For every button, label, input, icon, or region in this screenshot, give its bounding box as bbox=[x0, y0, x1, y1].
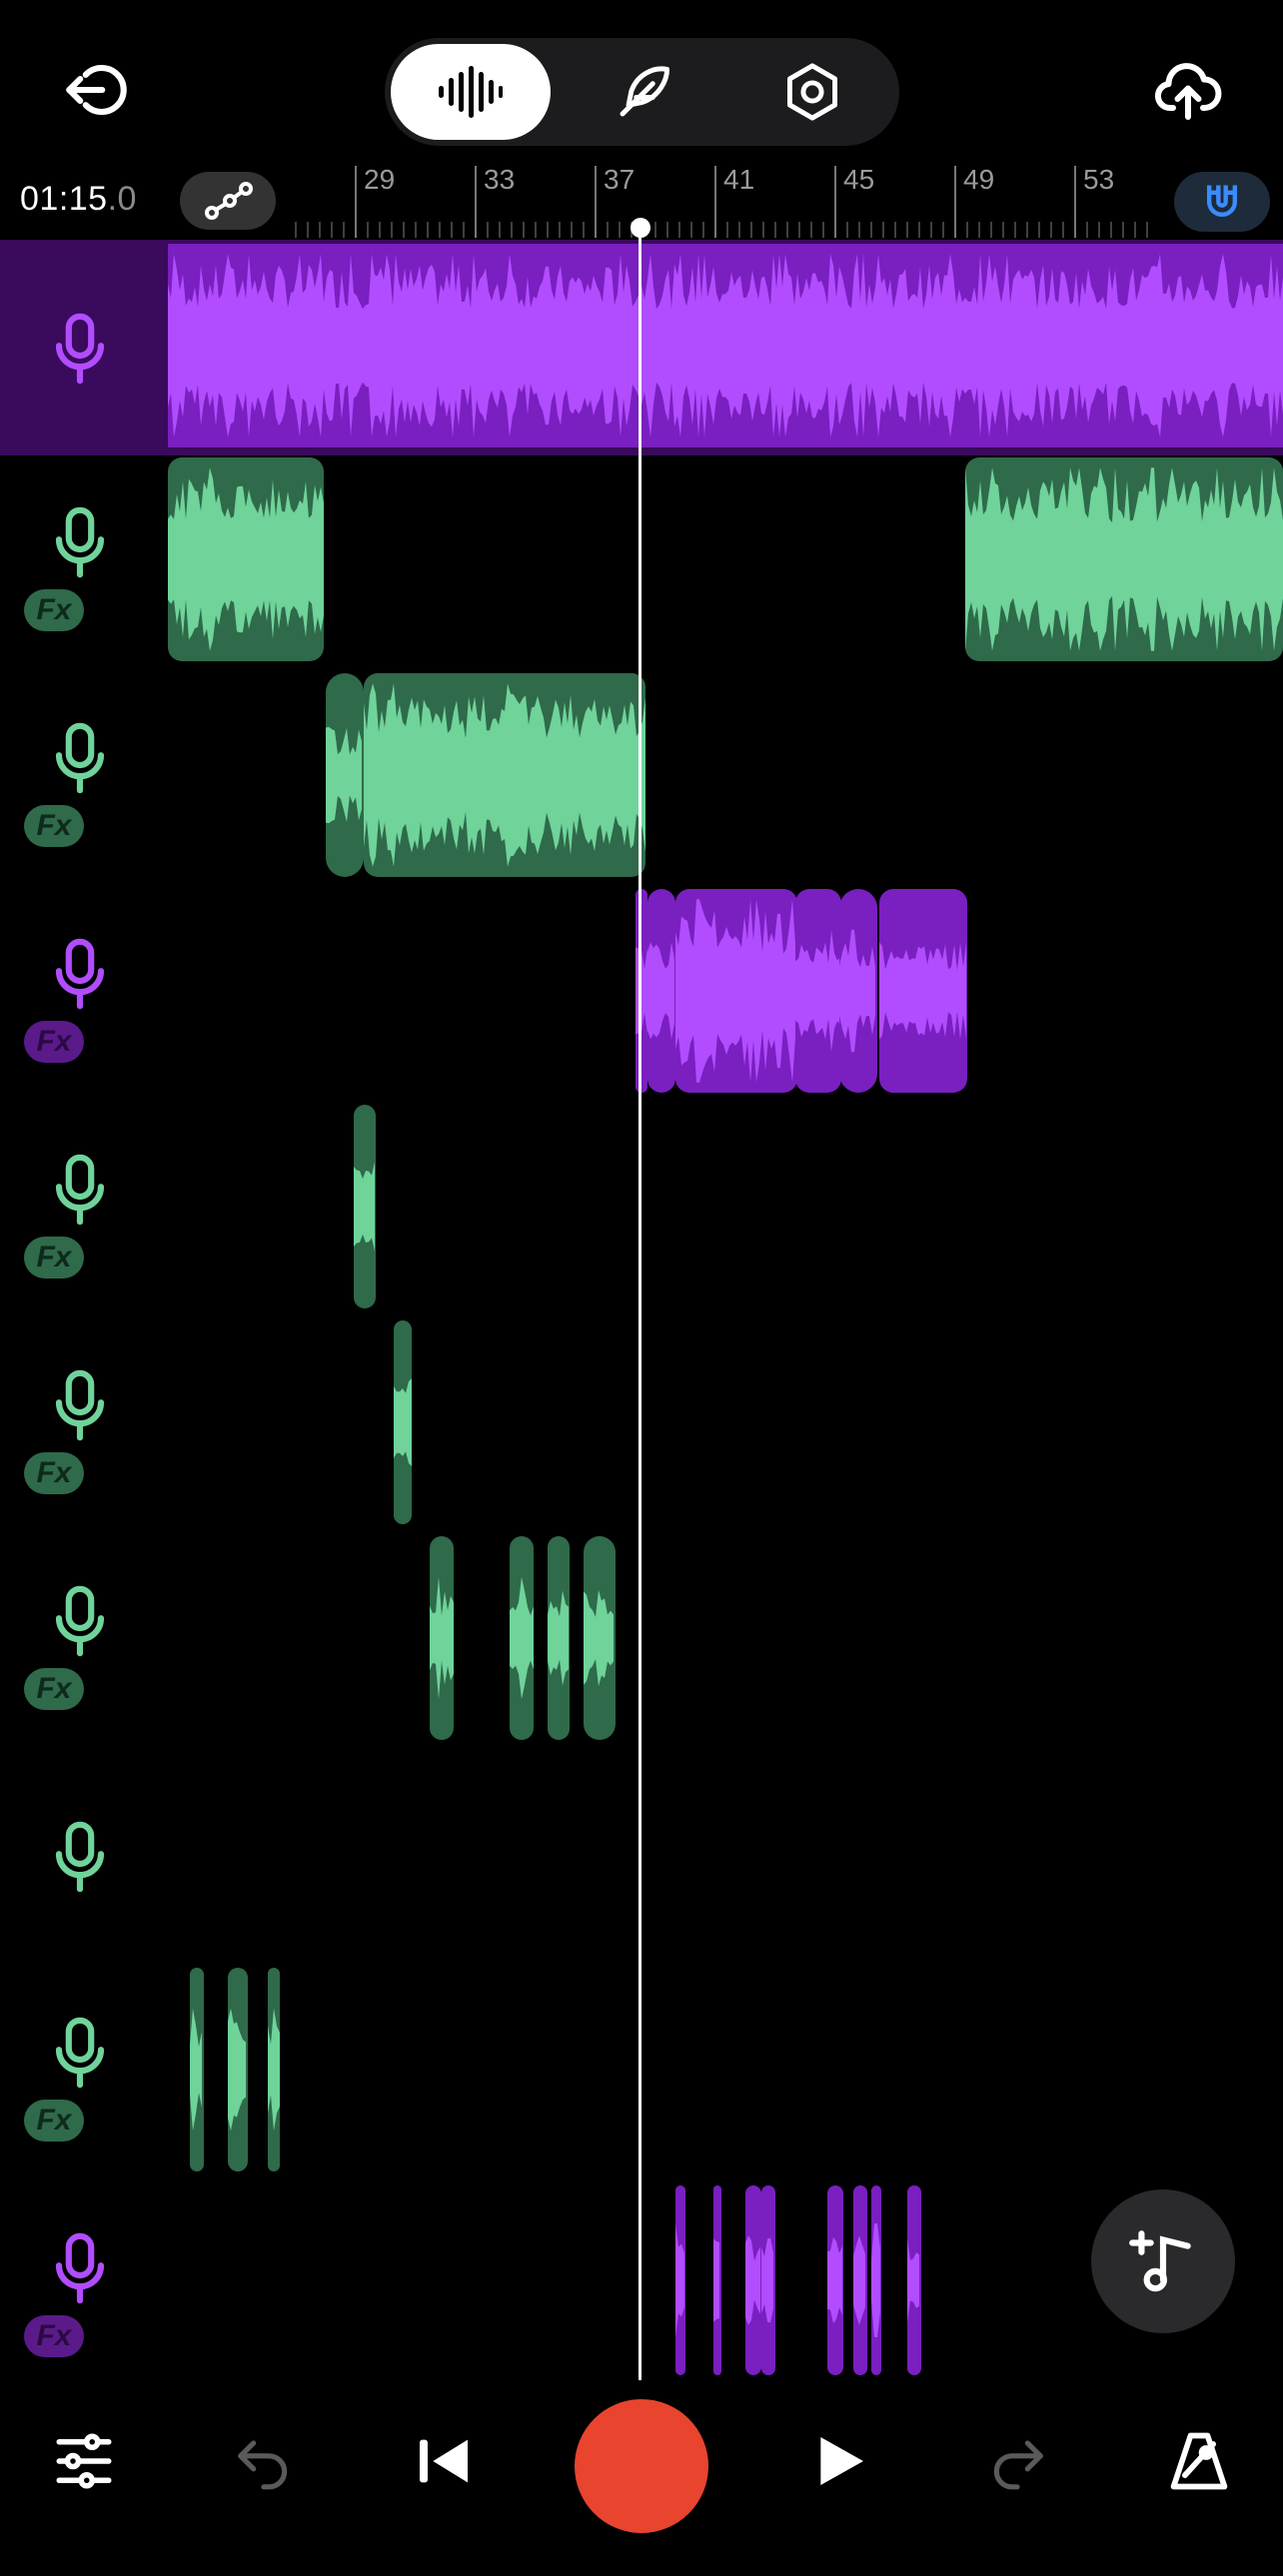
track-header[interactable] bbox=[0, 1750, 168, 1966]
audio-clip[interactable] bbox=[228, 1968, 248, 2171]
fx-button[interactable]: Fx bbox=[24, 589, 84, 631]
audio-clip[interactable] bbox=[827, 2185, 843, 2375]
redo-icon bbox=[993, 2440, 1043, 2490]
audio-clip[interactable] bbox=[871, 2185, 881, 2375]
audio-clip[interactable] bbox=[168, 244, 1283, 447]
microphone-icon[interactable] bbox=[52, 937, 108, 1016]
skip-back-button[interactable] bbox=[404, 2421, 484, 2501]
audio-clip[interactable] bbox=[326, 673, 364, 877]
automation-curve-icon bbox=[205, 182, 253, 220]
track-header[interactable]: Fx bbox=[0, 887, 168, 1103]
track-header[interactable]: Fx bbox=[0, 671, 168, 887]
edit-mode-tab[interactable] bbox=[595, 52, 694, 132]
timeline-ruler[interactable]: 29 33 37 41 45 49 53 bbox=[290, 160, 1169, 240]
metronome-button[interactable] bbox=[1157, 2421, 1241, 2501]
audio-clip[interactable] bbox=[510, 1536, 534, 1740]
fx-button[interactable]: Fx bbox=[24, 1021, 84, 1063]
ruler-label: 41 bbox=[723, 164, 755, 195]
play-button[interactable] bbox=[799, 2421, 879, 2501]
audio-clip[interactable] bbox=[675, 2185, 685, 2375]
audio-clip[interactable] bbox=[907, 2185, 921, 2375]
play-icon bbox=[820, 2437, 863, 2485]
track-header[interactable]: Fx bbox=[0, 455, 168, 671]
audio-clip[interactable] bbox=[675, 889, 797, 1093]
audio-clip[interactable] bbox=[354, 1105, 376, 1308]
fx-button[interactable]: Fx bbox=[24, 1668, 84, 1710]
audio-clip[interactable] bbox=[430, 1536, 454, 1740]
time-display: 01:15.0 bbox=[20, 180, 137, 218]
fx-button[interactable]: Fx bbox=[24, 1237, 84, 1279]
audio-clip[interactable] bbox=[795, 889, 841, 1093]
ruler-label: 53 bbox=[1083, 164, 1115, 195]
audio-clip[interactable] bbox=[584, 1536, 616, 1740]
audio-clip[interactable] bbox=[879, 889, 967, 1093]
audio-clip[interactable] bbox=[168, 457, 324, 661]
playhead-handle[interactable] bbox=[631, 218, 650, 238]
audio-clip[interactable] bbox=[853, 2185, 867, 2375]
exit-icon bbox=[66, 65, 127, 115]
ruler-label: 37 bbox=[604, 164, 636, 195]
back-button[interactable] bbox=[54, 50, 134, 130]
microphone-icon[interactable] bbox=[52, 505, 108, 584]
record-button[interactable] bbox=[575, 2399, 708, 2533]
fx-button[interactable]: Fx bbox=[24, 2100, 84, 2142]
audio-clip[interactable] bbox=[548, 1536, 570, 1740]
redo-button[interactable] bbox=[977, 2421, 1057, 2501]
fx-button[interactable]: Fx bbox=[24, 1452, 84, 1494]
track-header[interactable]: Fx bbox=[0, 1103, 168, 1318]
skip-back-icon bbox=[420, 2439, 468, 2483]
snap-toggle[interactable] bbox=[1174, 172, 1270, 232]
microphone-icon[interactable] bbox=[52, 1584, 108, 1663]
ruler-label: 29 bbox=[364, 164, 396, 195]
automation-button[interactable] bbox=[180, 172, 276, 230]
ruler-label: 33 bbox=[484, 164, 516, 195]
upload-button[interactable] bbox=[1143, 50, 1233, 130]
cloud-upload-icon bbox=[1154, 63, 1222, 120]
undo-icon bbox=[238, 2440, 288, 2490]
feather-icon bbox=[620, 66, 670, 117]
audio-clip[interactable] bbox=[745, 2185, 761, 2375]
audio-clip[interactable] bbox=[636, 889, 647, 1093]
audio-clip[interactable] bbox=[965, 457, 1283, 661]
hexagon-gear-icon bbox=[786, 63, 838, 121]
microphone-icon[interactable] bbox=[52, 2016, 108, 2095]
fx-button[interactable]: Fx bbox=[24, 805, 84, 847]
audio-clip[interactable] bbox=[647, 889, 675, 1093]
audio-clip[interactable] bbox=[190, 1968, 204, 2171]
metronome-icon bbox=[1170, 2432, 1228, 2490]
audio-clip[interactable] bbox=[364, 673, 645, 877]
microphone-icon[interactable] bbox=[52, 2231, 108, 2310]
add-track-button[interactable] bbox=[1091, 2189, 1235, 2333]
track-header[interactable]: Fx bbox=[0, 1966, 168, 2181]
mode-switcher bbox=[385, 38, 899, 146]
sliders-icon bbox=[56, 2433, 112, 2489]
fx-button[interactable]: Fx bbox=[24, 2315, 84, 2357]
track-header[interactable]: Fx bbox=[0, 1534, 168, 1750]
magnet-icon bbox=[1206, 185, 1238, 218]
microphone-icon[interactable] bbox=[52, 1820, 108, 1899]
audio-clip[interactable] bbox=[394, 1320, 412, 1524]
track-header[interactable]: Fx bbox=[0, 2181, 168, 2397]
undo-button[interactable] bbox=[224, 2421, 304, 2501]
microphone-icon[interactable] bbox=[52, 721, 108, 800]
audio-clip[interactable] bbox=[839, 889, 877, 1093]
track-header[interactable]: Fx bbox=[0, 1318, 168, 1534]
ruler-label: 45 bbox=[843, 164, 875, 195]
settings-mode-tab[interactable] bbox=[762, 52, 862, 132]
mixer-button[interactable] bbox=[44, 2421, 124, 2501]
microphone-icon[interactable] bbox=[52, 312, 108, 391]
microphone-icon[interactable] bbox=[52, 1153, 108, 1232]
audio-clip[interactable] bbox=[761, 2185, 775, 2375]
audio-clip[interactable] bbox=[713, 2185, 721, 2375]
microphone-icon[interactable] bbox=[52, 1368, 108, 1447]
playhead[interactable] bbox=[639, 228, 642, 2380]
ruler-label: 49 bbox=[963, 164, 995, 195]
waveform-icon bbox=[439, 66, 503, 118]
audio-clip[interactable] bbox=[268, 1968, 280, 2171]
waveform-mode-tab[interactable] bbox=[391, 44, 551, 140]
track-header[interactable] bbox=[0, 240, 168, 455]
add-track-music-icon bbox=[1129, 2230, 1191, 2292]
